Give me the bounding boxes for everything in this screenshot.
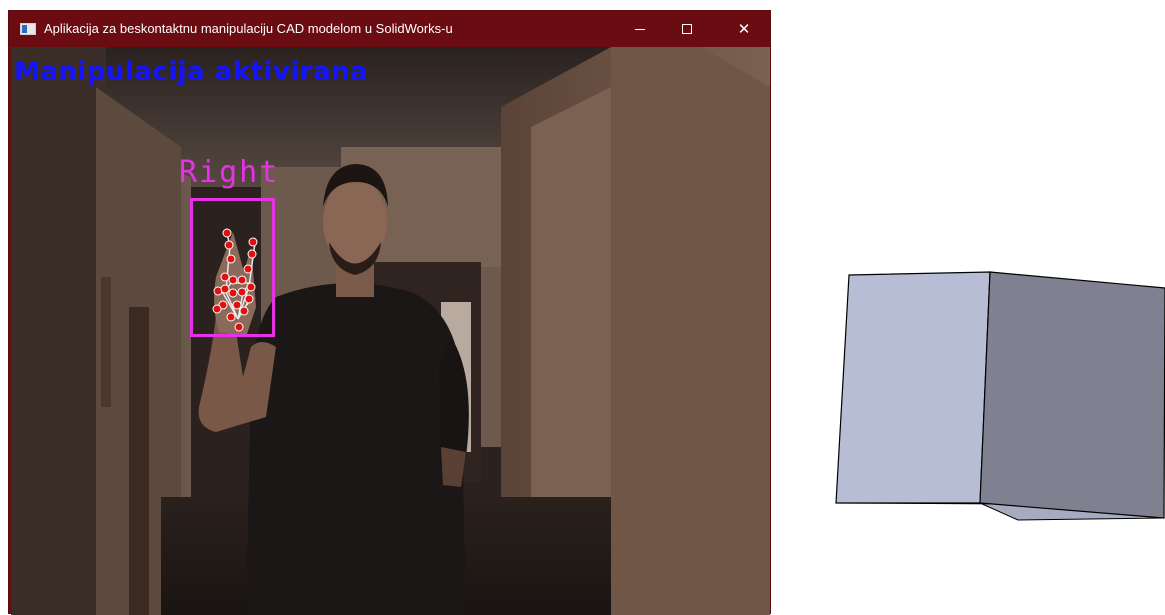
window-title: Aplikacija za beskontaktnu manipulaciju … [44,21,453,36]
cad-cube[interactable] [826,258,1165,528]
maximize-button[interactable] [664,11,710,47]
close-icon: ✕ [737,20,751,38]
app-window-icon [20,23,36,35]
hand-label: Right [179,155,280,190]
maximize-icon [682,24,692,34]
title-bar[interactable]: Aplikacija za beskontaktnu manipulaciju … [9,11,770,47]
cad-model-viewport[interactable] [826,258,1165,528]
manipulation-status-text: Manipulacija aktivirana [14,57,369,87]
app-window[interactable]: Aplikacija za beskontaktnu manipulaciju … [8,10,771,615]
minimize-icon [635,28,645,30]
cube-right-face [979,271,1165,519]
minimize-button[interactable] [617,11,663,47]
cube-front-face [835,271,991,504]
camera-scene [11,47,770,615]
hand-bounding-box [190,198,275,337]
close-button[interactable]: ✕ [721,11,767,47]
camera-feed: Manipulacija aktivirana Right [11,47,770,615]
